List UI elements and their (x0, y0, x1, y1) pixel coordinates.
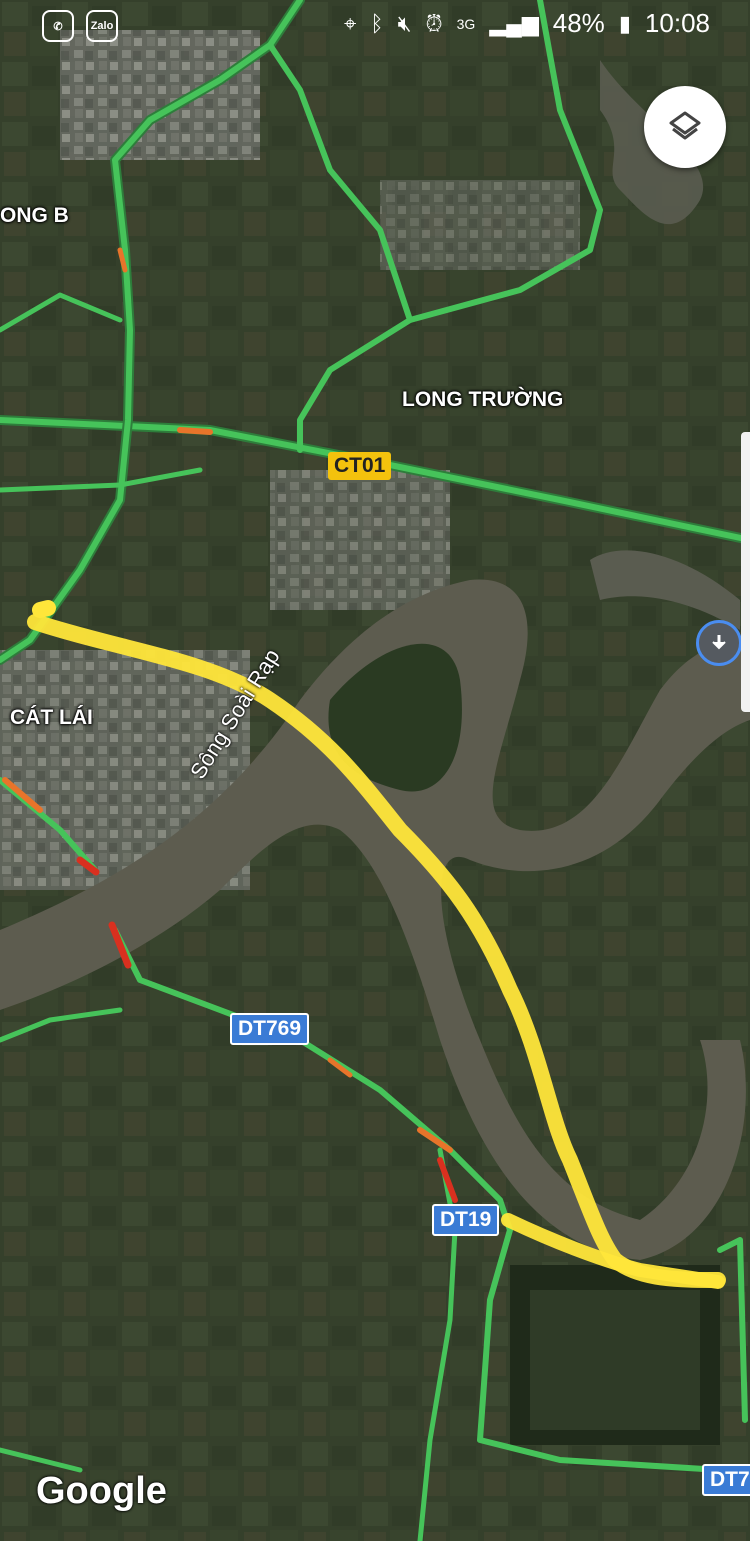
signal-icon: ▂▄▆ (489, 10, 539, 36)
layers-icon (669, 111, 701, 140)
download-icon (712, 635, 726, 650)
mute-icon: 🔇︎ (397, 10, 412, 36)
place-label-long-b: ONG B (0, 204, 69, 227)
urban-area-north (380, 180, 580, 270)
battery-icon: ▮ (618, 10, 631, 36)
bluetooth-icon: ᛒ (370, 10, 384, 36)
status-bar-left: ✆ Zalo (42, 10, 118, 42)
network-type: 3G (456, 15, 476, 32)
road-shield-dt7: DT7 (702, 1464, 750, 1496)
layers-button[interactable] (644, 86, 726, 168)
urban-area (270, 470, 450, 610)
status-bar: ✆ Zalo ⌖ ᛒ 🔇︎ ⏰︎ 3G ▂▄▆ 48% ▮ 10:08 (0, 0, 750, 52)
zalo-icon: Zalo (86, 10, 118, 42)
forest-park-inner (530, 1290, 700, 1430)
satellite-map[interactable] (0, 0, 750, 1541)
google-attribution: Google (36, 1470, 167, 1512)
clock: 10:08 (644, 8, 710, 38)
status-bar-right: ⌖ ᛒ 🔇︎ ⏰︎ 3G ▂▄▆ 48% ▮ 10:08 (344, 8, 710, 39)
place-label-cat-lai: CÁT LÁI (10, 706, 93, 729)
messenger-icon: ✆ (42, 10, 74, 42)
road-shield-dt19: DT19 (432, 1204, 500, 1236)
download-button[interactable] (696, 620, 742, 666)
alarm-icon: ⏰︎ (425, 10, 443, 36)
location-icon: ⌖ (344, 10, 357, 36)
road-shield-ct01: CT01 (328, 452, 392, 480)
road-shield-dt769: DT769 (230, 1013, 310, 1045)
place-label-long-truong: LONG TRƯỜNG (402, 388, 564, 411)
side-panel-handle[interactable] (741, 432, 750, 712)
battery-percent: 48% (552, 8, 605, 38)
